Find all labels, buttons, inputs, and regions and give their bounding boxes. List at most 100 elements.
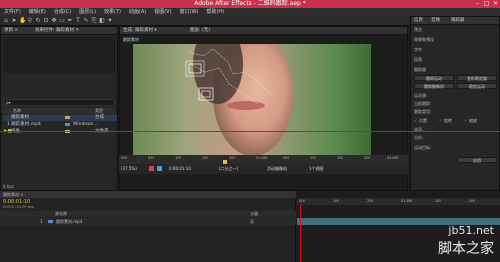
zoom-tool-icon[interactable]: ⚲ (27, 18, 33, 24)
list-item-name: 1 跟踪素材.mp4 (7, 122, 41, 127)
menu-window[interactable]: 窗口(W) (176, 8, 203, 16)
ruler-tick: 02:00f (387, 156, 399, 160)
timeline-columns: 源名称 父级 (0, 211, 296, 217)
tab-composition[interactable]: 合成: 跟踪素材 ▾ (123, 27, 157, 35)
column-name[interactable]: 名称 (13, 108, 21, 114)
select-tool-icon[interactable]: ➤ (11, 18, 17, 24)
ruler-tick: 05f (148, 156, 154, 160)
checkbox-icon[interactable]: ✔ (414, 117, 417, 125)
brush-tool-icon[interactable]: ✎ (83, 18, 89, 24)
options-link[interactable]: 选项... (414, 127, 426, 133)
apply-button[interactable]: 应用 (457, 157, 497, 163)
ruler-tick: 10f (175, 156, 181, 160)
rotate-tool-icon[interactable]: ↻ (35, 18, 41, 24)
camera-tool-icon[interactable]: ⊡ (43, 18, 49, 24)
timeline-layer-panel: 跟踪素材 × 0:00:01:10 00035 (25.00 fps) 源名称 … (0, 191, 296, 262)
ruler-tick: 00f (121, 156, 127, 160)
list-item[interactable]: ▶■ 纯色 文件夹 (3, 129, 117, 135)
comp-time-ruler[interactable]: 00f 05f 10f 15f 20f 01:00f 05f 10f 15f 2… (119, 155, 408, 164)
puppet-tool-icon[interactable]: ✦ (107, 18, 113, 24)
right-tab-header: 信息 音频 跟踪器 (411, 17, 499, 25)
track-camera-button[interactable]: 跟踪摄像机 (414, 83, 454, 89)
checkbox-position-label: 位置 (419, 118, 427, 123)
ruler-tick: 20f (229, 156, 235, 160)
menu-animation[interactable]: 动画(A) (125, 8, 150, 16)
column-parent[interactable]: 父级 (250, 211, 258, 217)
section-preview[interactable]: 预览 (414, 27, 498, 33)
tab-timeline[interactable]: 跟踪素材 × (3, 192, 24, 198)
analyze-label: 分析: (414, 135, 424, 140)
tab-tracker[interactable]: 跟踪器 (451, 17, 465, 25)
checkbox-icon[interactable]: ✔ (439, 117, 442, 125)
ruler-tick: 10f (310, 156, 316, 160)
menu-file[interactable]: 文件(F) (0, 8, 25, 16)
pen-tool-icon[interactable]: ✒ (67, 18, 73, 24)
ruler-tick: 00f (299, 199, 305, 203)
menu-edit[interactable]: 编辑(E) (25, 8, 50, 16)
menu-layer[interactable]: 图层(L) (75, 8, 100, 16)
checkbox-icon[interactable]: ✔ (464, 117, 467, 125)
comp-viewer-frame[interactable] (133, 44, 371, 155)
breadcrumb[interactable]: 跟踪素材 (123, 37, 139, 43)
table-row[interactable]: 1 跟踪素材.mp4 无 (0, 218, 296, 225)
menu-help[interactable]: 帮助(H) (202, 8, 228, 16)
list-item[interactable]: 跟踪素材 合成 (3, 115, 117, 121)
zoom-dropdown[interactable]: (37.5%) (121, 166, 137, 171)
timeline-ruler[interactable]: 00f 10f 20f 01:00f 10f 20f (297, 198, 500, 205)
grid-icon[interactable] (157, 166, 162, 171)
label-color (65, 116, 70, 119)
tab-effect-controls[interactable]: 效果控件: 跟踪素材 ✕ (35, 27, 79, 35)
bpc-label[interactable]: 8 bpc (3, 184, 14, 189)
ruler-tick: 01:00f (256, 156, 268, 160)
tab-layer[interactable]: 图层: (无) (190, 27, 210, 35)
tab-project[interactable]: 项目 × (4, 27, 18, 35)
tracker-overlay[interactable] (133, 44, 371, 155)
hand-tool-icon[interactable]: ✋ (19, 18, 26, 24)
watermark: jb51.net 脚本之家 (410, 224, 494, 258)
section-paragraph[interactable]: 段落 (414, 57, 498, 63)
color-swatch-icon[interactable] (149, 166, 154, 171)
maximize-button[interactable]: □ (482, 0, 491, 8)
project-list: 跟踪素材 合成 1 跟踪素材.mp4 Windows... ▶■ 纯色 文件夹 (1, 115, 117, 139)
project-thumbnail (3, 37, 115, 73)
camera-dropdown[interactable]: 活动摄像机 (267, 166, 287, 172)
menu-view[interactable]: 视图(V) (150, 8, 175, 16)
ruler-tick: 15f (202, 156, 208, 160)
guide-line (0, 131, 500, 132)
search-input[interactable]: ρ▾ (3, 99, 115, 106)
column-source-name[interactable]: 源名称 (55, 211, 67, 217)
column-type[interactable]: 类型 (95, 108, 103, 114)
list-item-name: 纯色 (11, 129, 20, 135)
current-time-indicator[interactable] (300, 205, 301, 262)
tab-info[interactable]: 信息 (414, 17, 423, 25)
warp-stabilizer-button[interactable]: 变形稳定器 (457, 75, 497, 81)
ruler-tick: 05f (283, 156, 289, 160)
eraser-tool-icon[interactable]: ◧ (99, 18, 105, 24)
stabilize-motion-button[interactable]: 稳定运动 (457, 83, 497, 89)
resolution-dropdown[interactable]: (二分之一) (219, 166, 238, 172)
list-item[interactable]: 1 跟踪素材.mp4 Windows... (3, 122, 117, 128)
ruler-tick: 15f (337, 156, 343, 160)
menu-composition[interactable]: 合成(C) (50, 8, 75, 16)
close-button[interactable]: × (491, 0, 500, 8)
track-type-label: 跟踪类型: (414, 109, 432, 114)
mask-tool-icon[interactable]: ▭ (59, 18, 65, 24)
section-tracker[interactable]: 跟踪器 (414, 67, 498, 73)
view-layout-dropdown[interactable]: 1个视图 (309, 166, 324, 172)
type-tool-icon[interactable]: T (75, 18, 81, 24)
track-motion-button[interactable]: 跟踪运动 (414, 75, 454, 81)
label-color (65, 123, 70, 126)
current-track-label: 当前跟踪: (414, 101, 432, 106)
stamp-tool-icon[interactable]: ⎘ (91, 18, 97, 24)
section-effects-presets[interactable]: 效果和预设 (414, 37, 498, 43)
pan-tool-icon[interactable]: ✥ (51, 18, 57, 24)
timecode-display[interactable]: 0:00:01:10 (169, 166, 191, 171)
window-title: Adobe After Effects - 二维码跟踪.aep * (194, 0, 306, 7)
layer-parent[interactable]: 无 (250, 218, 254, 225)
section-character[interactable]: 字符 (414, 47, 498, 53)
home-icon[interactable]: ⌂ (3, 18, 9, 24)
minimize-button[interactable]: – (473, 0, 482, 8)
checkbox-row: ✔ 位置 ✔ 旋转 ✔ 缩放 (414, 117, 498, 125)
menu-effect[interactable]: 效果(T) (100, 8, 125, 16)
tab-audio[interactable]: 音频 (431, 17, 440, 25)
